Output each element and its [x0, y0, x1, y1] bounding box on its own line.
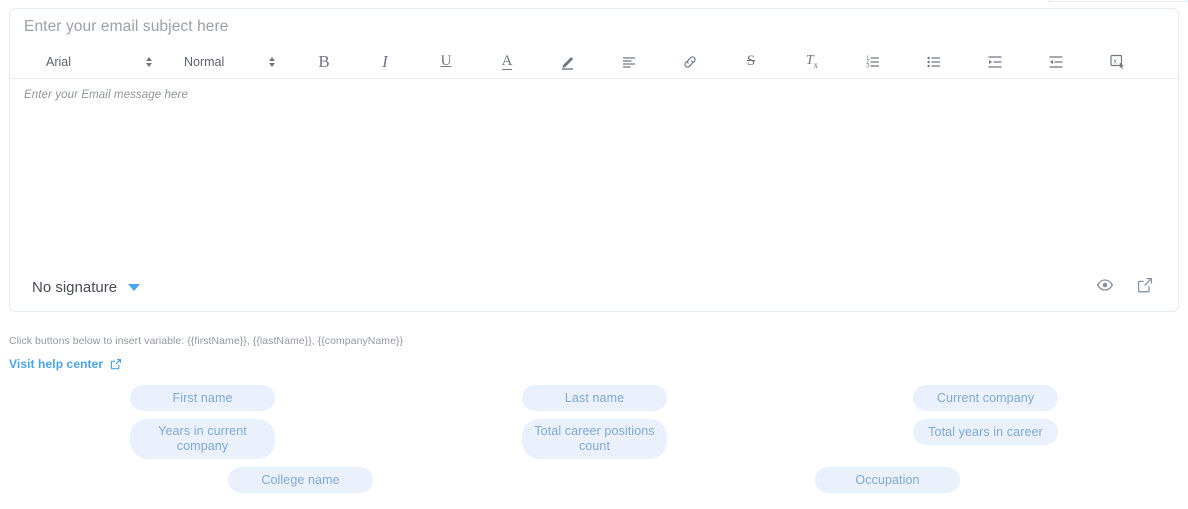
- font-family-value: Arial: [46, 54, 72, 69]
- message-body[interactable]: Enter your Email message here: [10, 79, 1178, 263]
- variable-chip[interactable]: Total years in career: [913, 419, 1058, 445]
- indent-button[interactable]: [982, 49, 1008, 75]
- chevron-down-icon: [128, 283, 141, 291]
- svg-text:x: x: [1113, 59, 1117, 66]
- help-center-link[interactable]: Visit help center: [9, 357, 122, 371]
- text-color-button[interactable]: A: [494, 49, 520, 75]
- formatting-toolbar: Arial Normal B I U A S Tx 1 2 3 x: [10, 45, 1178, 79]
- subject-row: [10, 9, 1178, 45]
- chevron-updown-icon: [146, 56, 152, 67]
- clear-format-icon: Tx: [805, 53, 819, 70]
- numbered-list-icon: 123: [865, 54, 881, 70]
- variable-chip[interactable]: Years in current company: [130, 419, 275, 459]
- expand-button[interactable]: [1134, 276, 1156, 298]
- font-family-select[interactable]: Arial: [24, 50, 152, 74]
- email-editor-card: Arial Normal B I U A: [9, 8, 1179, 312]
- variable-chip[interactable]: College name: [228, 467, 373, 493]
- link-icon: [682, 54, 698, 70]
- bold-button[interactable]: B: [311, 49, 337, 75]
- variable-chip[interactable]: Occupation: [815, 467, 960, 493]
- svg-text:3: 3: [866, 63, 869, 69]
- highlight-color-button[interactable]: [555, 49, 581, 75]
- message-placeholder: Enter your Email message here: [24, 89, 188, 101]
- variable-chip[interactable]: Current company: [913, 385, 1058, 411]
- underline-icon: U: [440, 53, 452, 69]
- bulleted-list-icon: [926, 54, 942, 70]
- unordered-list-button[interactable]: [921, 49, 947, 75]
- footer-actions: [1094, 276, 1156, 298]
- email-editor-screen: Arial Normal B I U A: [0, 0, 1188, 509]
- font-size-value: Normal: [184, 54, 225, 69]
- text-color-icon: A: [501, 52, 513, 70]
- pen-icon: [560, 54, 576, 70]
- external-link-icon: [1136, 276, 1154, 299]
- preview-button[interactable]: [1094, 276, 1116, 298]
- outdent-button[interactable]: [1043, 49, 1069, 75]
- help-center-label: Visit help center: [9, 357, 104, 371]
- external-link-icon: [110, 358, 122, 370]
- italic-icon: I: [382, 51, 388, 71]
- insert-link-button[interactable]: [677, 49, 703, 75]
- variable-chip-grid: First name Last name Current company Years …: [0, 385, 1188, 505]
- variable-chip[interactable]: Total career positions count: [522, 419, 667, 459]
- chevron-updown-icon: [269, 56, 275, 67]
- clear-formatting-button[interactable]: Tx: [799, 49, 825, 75]
- remove-variable-icon: x: [1109, 53, 1126, 70]
- ordered-list-button[interactable]: 123: [860, 49, 886, 75]
- eye-icon: [1096, 276, 1114, 299]
- variable-hint-text: Click buttons below to insert variable: …: [9, 335, 404, 347]
- variable-chip[interactable]: Last name: [522, 385, 667, 411]
- font-size-select[interactable]: Normal: [180, 50, 275, 74]
- italic-button[interactable]: I: [372, 49, 398, 75]
- subject-input[interactable]: [24, 18, 1164, 36]
- signature-select[interactable]: No signature: [32, 278, 141, 296]
- strikethrough-icon: S: [746, 53, 756, 69]
- align-left-icon: [621, 54, 637, 70]
- remove-variable-button[interactable]: x: [1104, 49, 1130, 75]
- partial-card-above: [1048, 0, 1188, 2]
- align-button[interactable]: [616, 49, 642, 75]
- variable-chip[interactable]: First name: [130, 385, 275, 411]
- outdent-icon: [1048, 54, 1064, 70]
- editor-footer: No signature: [10, 263, 1178, 311]
- bold-icon: B: [318, 51, 330, 71]
- strikethrough-button[interactable]: S: [738, 49, 764, 75]
- indent-icon: [987, 54, 1003, 70]
- signature-value: No signature: [32, 278, 118, 296]
- underline-button[interactable]: U: [433, 49, 459, 75]
